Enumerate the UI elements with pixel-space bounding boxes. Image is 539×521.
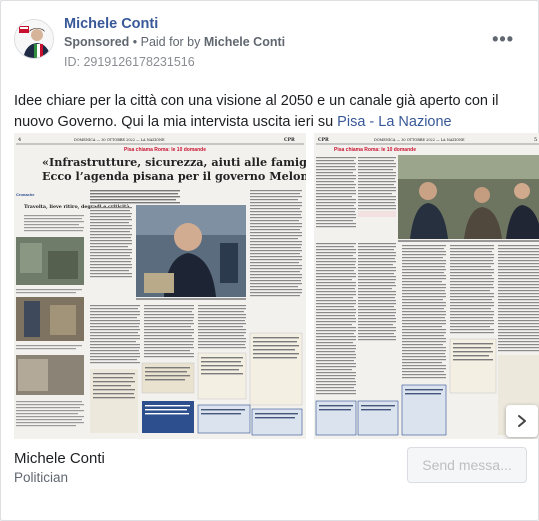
chevron-right-icon — [518, 415, 526, 427]
page-header-right: CPR — [284, 137, 295, 143]
paid-for-name[interactable]: Michele Conti — [204, 35, 285, 49]
carousel-slide-2[interactable]: CPR DOMENICA — 30 OTTOBRE 2022 — LA NAZI… — [314, 133, 539, 439]
newspaper-page-1: 4 DOMENICA — 30 OTTOBRE 2022 — LA NAZION… — [14, 133, 323, 439]
post-body: Idee chiare per la città con una visione… — [14, 91, 529, 133]
sponsor-line: Sponsored • Paid for by Michele Conti — [64, 35, 285, 49]
svg-text:Cronache: Cronache — [16, 192, 35, 197]
page-header-center: DOMENICA — 30 OTTOBRE 2022 — LA NAZIONE — [74, 138, 165, 142]
carousel-next-button[interactable] — [506, 405, 538, 437]
send-message-button[interactable]: Send messa... — [407, 447, 527, 483]
page2-header-right: 5 — [534, 137, 537, 143]
headline-line-1: «Infrastrutture, sicurezza, aiuti alle f… — [42, 155, 306, 169]
newspaper-page-2: CPR DOMENICA — 30 OTTOBRE 2022 — LA NAZI… — [314, 133, 539, 439]
ad-post-card: Michele Conti Sponsored • Paid for by Mi… — [0, 0, 539, 521]
carousel-slide-1[interactable]: 4 DOMENICA — 30 OTTOBRE 2022 — LA NAZION… — [14, 133, 323, 439]
page2-header-center: DOMENICA — 30 OTTOBRE 2022 — LA NAZIONE — [374, 138, 465, 142]
headline-line-2: Ecco l’agenda pisana per il governo Melo… — [42, 169, 306, 183]
footer-page-category: Politician — [14, 470, 69, 485]
ad-id: ID: 2919126178231516 — [64, 55, 195, 69]
avatar-image — [15, 20, 53, 58]
page2-header-left: CPR — [318, 137, 329, 143]
source-link[interactable]: Pisa - La Nazione — [337, 114, 451, 130]
more-options-icon[interactable]: ••• — [492, 29, 514, 50]
footer-page-name[interactable]: Michele Conti — [14, 450, 105, 467]
page-number-left: 4 — [18, 137, 21, 143]
author-name[interactable]: Michele Conti — [64, 16, 158, 32]
author-avatar[interactable] — [14, 19, 54, 59]
sidebar-title: Travolta, lieve ritiro, degradi e critic… — [24, 203, 129, 210]
paid-for-prefix: • Paid for by — [129, 35, 204, 49]
image-carousel: 4 DOMENICA — 30 OTTOBRE 2022 — LA NAZION… — [1, 133, 539, 439]
sponsored-label: Sponsored — [64, 35, 130, 49]
section-title: Pisa chiama Roma: le 10 domande — [124, 147, 206, 153]
page2-section-title: Pisa chiama Roma: le 10 domande — [334, 147, 416, 153]
